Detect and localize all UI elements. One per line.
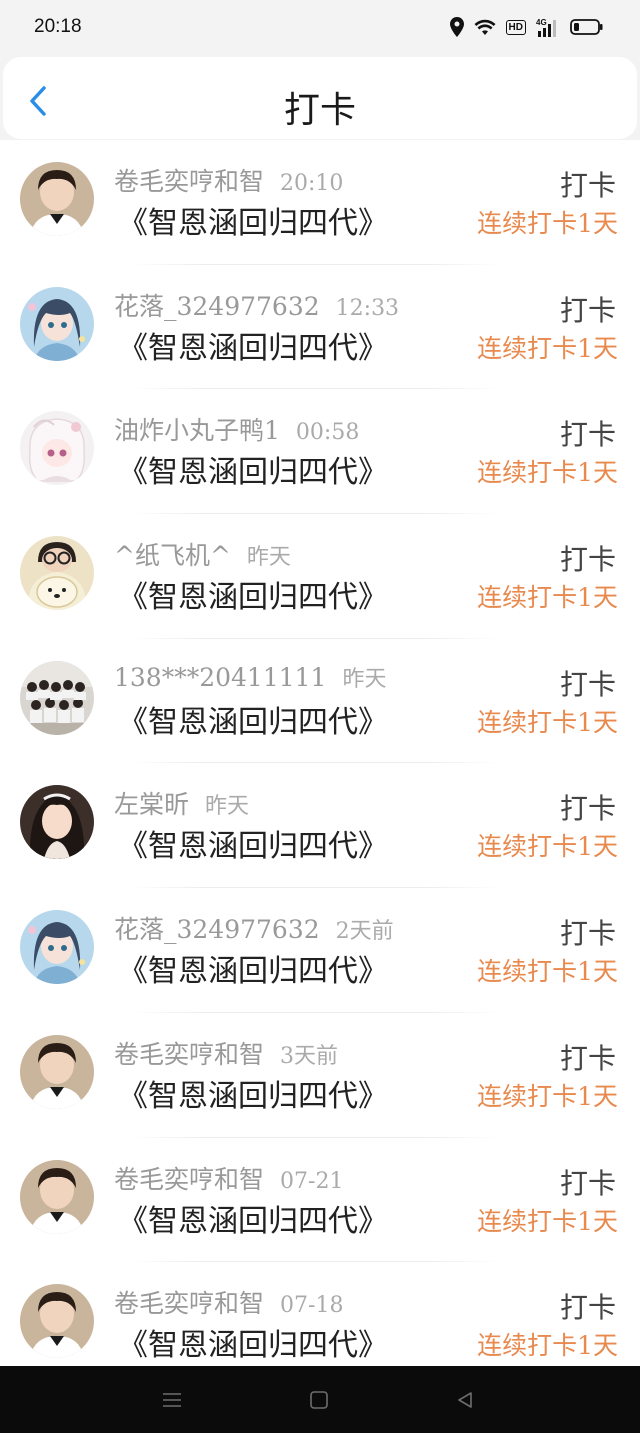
user-info: 138***20411111 昨天 bbox=[114, 661, 386, 693]
user-name: 138***20411111 bbox=[114, 662, 327, 692]
hd-icon: HD bbox=[505, 19, 526, 35]
book-title: 《智恩涵回归四代》 bbox=[118, 1203, 388, 1239]
avatar[interactable] bbox=[20, 286, 94, 361]
list-item[interactable]: 138***20411111 昨天 《智恩涵回归四代》 打卡 连续打卡1天 bbox=[0, 639, 640, 764]
list-item[interactable]: 卷毛奕哼和智 3天前 《智恩涵回归四代》 打卡 连续打卡1天 bbox=[0, 1013, 640, 1138]
streak-label: 连续打卡1天 bbox=[477, 209, 618, 238]
avatar[interactable] bbox=[20, 1159, 94, 1234]
book-title: 《智恩涵回归四代》 bbox=[118, 704, 388, 740]
streak-label: 连续打卡1天 bbox=[477, 707, 618, 737]
action-label: 打卡 bbox=[559, 917, 616, 951]
user-name: 花落_324977632 bbox=[114, 291, 320, 321]
user-info: 卷毛奕哼和智 3天前 bbox=[114, 1035, 338, 1071]
checkin-time: 3天前 bbox=[280, 1043, 339, 1069]
list-item[interactable]: 卷毛奕哼和智 07-21 《智恩涵回归四代》 打卡 连续打卡1天 bbox=[0, 1138, 640, 1263]
book-title: 《智恩涵回归四代》 bbox=[118, 206, 388, 241]
user-name: 卷毛奕哼和智 bbox=[114, 1039, 265, 1069]
status-time: 20:18 bbox=[34, 16, 82, 37]
avatar[interactable] bbox=[20, 1284, 94, 1359]
user-info: 左棠昕 昨天 bbox=[114, 785, 249, 821]
checkin-time: 07-18 bbox=[280, 1293, 344, 1319]
streak-label: 连续打卡1天 bbox=[477, 583, 618, 613]
user-info: 卷毛奕哼和智 07-21 bbox=[114, 1160, 343, 1196]
book-title: 《智恩涵回归四代》 bbox=[118, 1328, 388, 1364]
streak-label: 连续打卡1天 bbox=[477, 1331, 618, 1361]
user-info: 油炸小丸子鸭1 00:58 bbox=[114, 411, 359, 447]
action-label: 打卡 bbox=[559, 667, 616, 701]
streak-label: 连续打卡1天 bbox=[477, 957, 618, 987]
signal-icon: 4G bbox=[536, 18, 556, 37]
action-label: 打卡 bbox=[559, 1291, 616, 1325]
battery-icon bbox=[570, 19, 603, 35]
user-name: ^纸飞机^ bbox=[114, 541, 231, 571]
action-label: 打卡 bbox=[559, 1041, 616, 1075]
page-title: 打卡 bbox=[283, 90, 356, 131]
avatar[interactable] bbox=[20, 660, 94, 735]
action-label: 打卡 bbox=[559, 543, 616, 577]
user-name: 左棠昕 bbox=[114, 790, 190, 820]
book-title: 《智恩涵回归四代》 bbox=[118, 954, 388, 990]
user-name: 卷毛奕哼和智 bbox=[114, 1164, 265, 1194]
avatar[interactable] bbox=[20, 910, 94, 985]
list-item[interactable]: 花落_324977632 2天前 《智恩涵回归四代》 打卡 连续打卡1天 bbox=[0, 888, 640, 1013]
list-item[interactable]: 花落_324977632 12:33 《智恩涵回归四代》 打卡 连续打卡1天 bbox=[0, 265, 640, 390]
list-item[interactable]: 卷毛奕哼和智 20:10 《智恩涵回归四代》 打卡 连续打卡1天 bbox=[0, 140, 640, 265]
menu-icon bbox=[163, 1393, 181, 1407]
action-label: 打卡 bbox=[559, 418, 616, 452]
user-info: 卷毛奕哼和智 20:10 bbox=[114, 162, 343, 198]
svg-text:4G: 4G bbox=[536, 18, 547, 27]
avatar[interactable] bbox=[20, 411, 94, 486]
status-icons: HD 4G bbox=[449, 16, 604, 38]
streak-label: 连续打卡1天 bbox=[477, 832, 618, 862]
streak-label: 连续打卡1天 bbox=[477, 1081, 618, 1111]
book-title: 《智恩涵回归四代》 bbox=[118, 455, 388, 491]
checkin-time: 2天前 bbox=[335, 919, 394, 945]
action-label: 打卡 bbox=[559, 169, 616, 202]
list-item[interactable]: 左棠昕 昨天 《智恩涵回归四代》 打卡 连续打卡1天 bbox=[0, 763, 640, 888]
streak-label: 连续打卡1天 bbox=[477, 458, 618, 488]
location-icon bbox=[449, 17, 464, 37]
header: 打卡 bbox=[3, 57, 637, 139]
user-name: 花落_324977632 bbox=[114, 915, 320, 945]
system-nav-bar bbox=[0, 1366, 640, 1433]
action-label: 打卡 bbox=[559, 293, 616, 327]
home-square-icon bbox=[310, 1391, 328, 1409]
checkin-time: 昨天 bbox=[342, 666, 387, 692]
action-label: 打卡 bbox=[559, 1166, 616, 1200]
book-title: 《智恩涵回归四代》 bbox=[118, 330, 388, 366]
list-item[interactable]: 卷毛奕哼和智 07-18 《智恩涵回归四代》 打卡 连续打卡1天 bbox=[0, 1262, 640, 1366]
user-info: ^纸飞机^ 昨天 bbox=[114, 536, 291, 572]
avatar[interactable] bbox=[20, 536, 94, 611]
book-title: 《智恩涵回归四代》 bbox=[118, 580, 388, 616]
checkin-list: 卷毛奕哼和智 20:10 《智恩涵回归四代》 打卡 连续打卡1天 花落_32497… bbox=[0, 140, 640, 1366]
checkin-time: 20:10 bbox=[280, 171, 344, 196]
book-title: 《智恩涵回归四代》 bbox=[118, 829, 388, 865]
streak-label: 连续打卡1天 bbox=[477, 1206, 618, 1236]
streak-label: 连续打卡1天 bbox=[477, 333, 618, 363]
list-item[interactable]: 油炸小丸子鸭1 00:58 《智恩涵回归四代》 打卡 连续打卡1天 bbox=[0, 389, 640, 514]
book-title: 《智恩涵回归四代》 bbox=[118, 1078, 388, 1114]
avatar[interactable] bbox=[20, 162, 94, 236]
avatar[interactable] bbox=[20, 1034, 94, 1109]
checkin-time: 07-21 bbox=[280, 1168, 344, 1194]
user-name: 卷毛奕哼和智 bbox=[114, 167, 265, 196]
list-item[interactable]: ^纸飞机^ 昨天 《智恩涵回归四代》 打卡 连续打卡1天 bbox=[0, 514, 640, 639]
checkin-time: 12:33 bbox=[335, 295, 400, 321]
user-info: 花落_324977632 2天前 bbox=[114, 910, 394, 946]
back-nav-button[interactable] bbox=[450, 1386, 480, 1414]
back-triangle-icon bbox=[458, 1392, 472, 1408]
checkin-time: 昨天 bbox=[246, 545, 291, 571]
checkin-time: 昨天 bbox=[205, 794, 250, 820]
user-info: 卷毛奕哼和智 07-18 bbox=[114, 1284, 343, 1320]
avatar[interactable] bbox=[20, 785, 94, 860]
home-button[interactable] bbox=[304, 1386, 334, 1414]
user-name: 油炸小丸子鸭1 bbox=[114, 416, 280, 446]
status-bar: 20:18 HD 4G bbox=[0, 0, 640, 56]
action-label: 打卡 bbox=[559, 792, 616, 826]
wifi-icon bbox=[474, 19, 496, 35]
user-info: 花落_324977632 12:33 bbox=[114, 287, 399, 323]
menu-button[interactable] bbox=[157, 1386, 187, 1414]
checkin-time: 00:58 bbox=[295, 420, 360, 446]
user-name: 卷毛奕哼和智 bbox=[114, 1289, 265, 1319]
